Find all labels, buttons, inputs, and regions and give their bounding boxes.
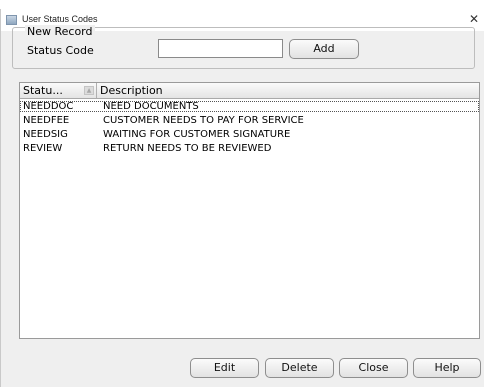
row-status-code: REVIEW — [23, 143, 63, 154]
row-description: WAITING FOR CUSTOMER SIGNATURE — [103, 129, 291, 140]
status-code-label: Status Code — [27, 44, 94, 57]
table-row[interactable]: REVIEW RETURN NEEDS TO BE REVIEWED — [20, 143, 479, 154]
table-row[interactable]: NEEDFEE CUSTOMER NEEDS TO PAY FOR SERVIC… — [20, 115, 479, 126]
window-title: User Status Codes — [22, 14, 98, 24]
help-button[interactable]: Help — [413, 358, 481, 378]
row-description: NEED DOCUMENTS — [103, 101, 199, 112]
row-status-code: NEEDDOC — [23, 101, 74, 112]
status-code-input[interactable] — [158, 39, 283, 58]
table-row[interactable]: NEEDDOC NEED DOCUMENTS — [20, 101, 479, 112]
grid-header: Statu... ▲ Description — [20, 83, 479, 99]
table-row[interactable]: NEEDSIG WAITING FOR CUSTOMER SIGNATURE — [20, 129, 479, 140]
row-description: RETURN NEEDS TO BE REVIEWED — [103, 143, 272, 154]
status-codes-grid: Statu... ▲ Description NEEDDOC NEED DOCU… — [19, 82, 480, 339]
row-status-code: NEEDFEE — [23, 115, 70, 126]
delete-button[interactable]: Delete — [265, 358, 334, 378]
new-record-legend: New Record — [25, 25, 95, 38]
row-description: CUSTOMER NEEDS TO PAY FOR SERVICE — [103, 115, 304, 126]
window-icon — [6, 15, 17, 25]
edit-button[interactable]: Edit — [190, 358, 259, 378]
column-header-status-label: Statu... — [23, 84, 63, 97]
column-header-status[interactable]: Statu... ▲ — [20, 83, 97, 98]
column-header-description[interactable]: Description — [100, 84, 163, 97]
sort-ascending-icon: ▲ — [84, 86, 94, 95]
close-window-icon[interactable]: ✕ — [467, 11, 481, 27]
background-window-strip — [0, 0, 484, 9]
close-button[interactable]: Close — [339, 358, 408, 378]
add-button[interactable]: Add — [289, 39, 359, 59]
row-status-code: NEEDSIG — [23, 129, 68, 140]
